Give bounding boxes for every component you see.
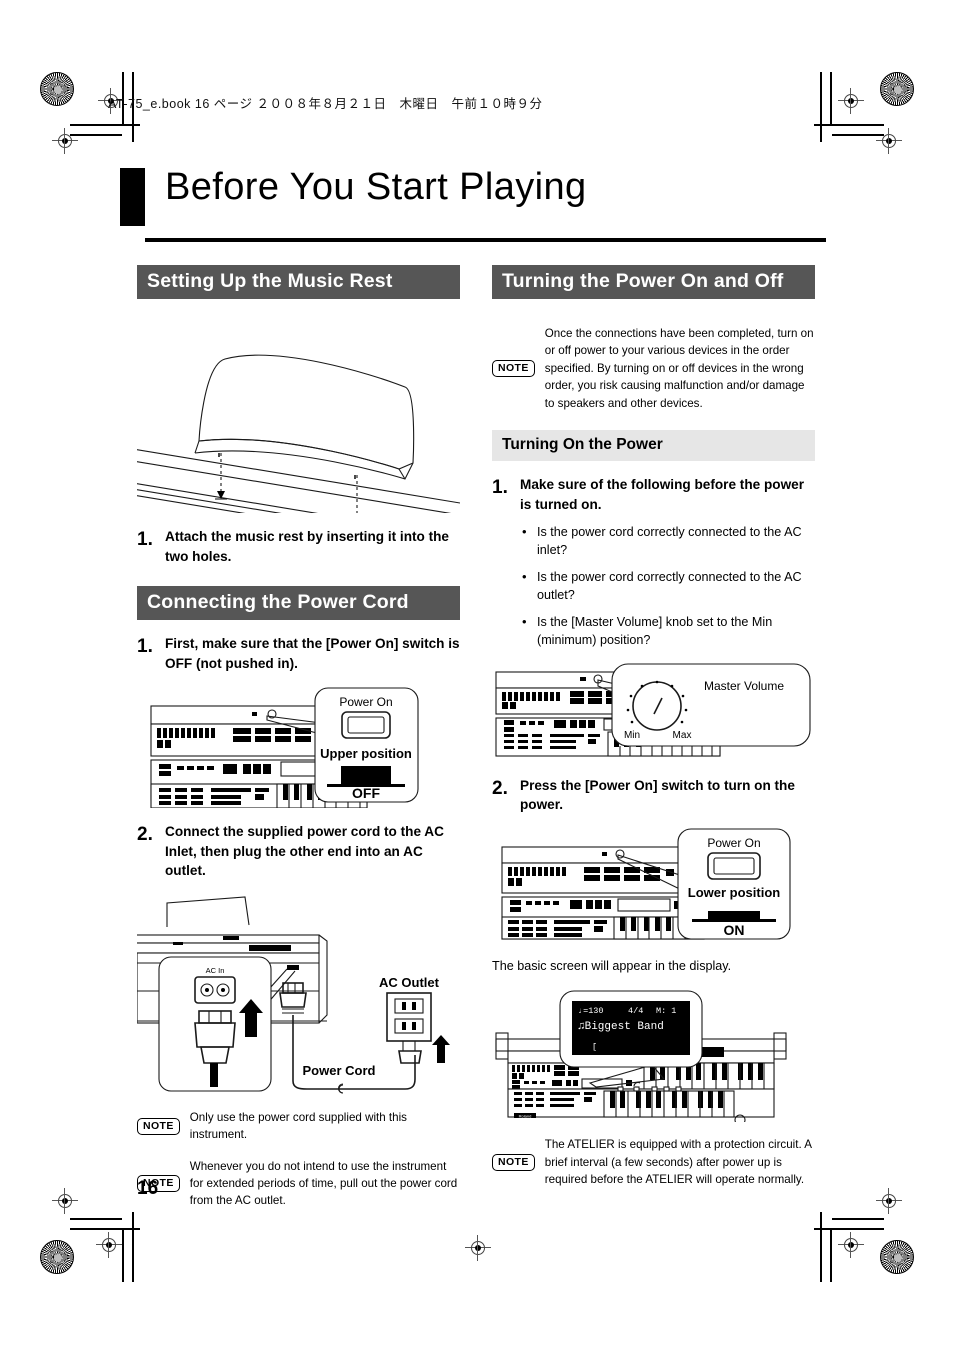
- step-number: 1.: [492, 476, 508, 498]
- note-badge: NOTE: [137, 1117, 180, 1135]
- power-switch-off-figure: Power On Upper position OFF: [137, 684, 460, 808]
- note-unplug-extended: NOTE Whenever you do not intend to use t…: [137, 1158, 460, 1210]
- note-connection-order: NOTE Once the connections have been comp…: [492, 325, 815, 412]
- page-number: 16: [137, 1178, 159, 1199]
- callout-position-on: Lower position: [688, 885, 781, 900]
- ac-outlet-label: AC Outlet: [379, 975, 440, 990]
- callout-title-off: Power On: [339, 695, 392, 709]
- volume-min-label: Min: [624, 730, 640, 741]
- lcd-tempo: ♩=130: [578, 1006, 604, 1016]
- trim-corner-top-right: [814, 72, 884, 142]
- callout-title-on: Power On: [707, 836, 760, 850]
- checklist-item: Is the power cord correctly connected to…: [520, 568, 815, 605]
- step-number: 2.: [137, 823, 153, 845]
- right-column: Turning the Power On and Off NOTE Once t…: [492, 265, 815, 1202]
- volume-max-label: Max: [673, 730, 692, 741]
- section-heading-power-cord: Connecting the Power Cord: [137, 586, 460, 621]
- power-cord-connection-figure: AC In Power Cord AC Outlet: [137, 895, 460, 1095]
- left-column: Setting Up the Music Rest 1. Attach the …: [137, 265, 460, 1224]
- step-turn-on-2: 2. Press the [Power On] switch to turn o…: [492, 776, 815, 815]
- step-power-cord-1: 1. First, make sure that the [Power On] …: [137, 634, 460, 673]
- step-turn-on-1: 1. Make sure of the following before the…: [492, 475, 815, 514]
- lcd-bar-indicator: [: [592, 1042, 597, 1052]
- registration-mark-bottom-left-b: [52, 1188, 78, 1214]
- checklist-item: Is the [Master Volume] knob set to the M…: [520, 613, 815, 650]
- lcd-style-name: ♫Biggest Band: [578, 1021, 664, 1033]
- callout-state-on: ON: [724, 922, 745, 938]
- lcd-measure: M: 1: [656, 1006, 676, 1016]
- power-cord-label: Power Cord: [303, 1063, 376, 1078]
- callout-state-off: OFF: [352, 785, 380, 801]
- trim-corner-bottom-left: [70, 1212, 140, 1282]
- master-volume-label: Master Volume: [704, 679, 784, 693]
- music-rest-illustration: [137, 313, 460, 513]
- step-text: Connect the supplied power cord to the A…: [165, 823, 444, 879]
- step-music-rest-1: 1. Attach the music rest by inserting it…: [137, 527, 460, 566]
- step-number: 1.: [137, 636, 153, 658]
- registration-rosette-bottom-right: [880, 1240, 914, 1274]
- brand-logo: Roland: [519, 1114, 532, 1119]
- pre-power-checklist: Is the power cord correctly connected to…: [520, 523, 815, 650]
- registration-rosette-top-right: [880, 72, 914, 106]
- step-power-cord-2: 2. Connect the supplied power cord to th…: [137, 822, 460, 881]
- title-accent-bar: [120, 168, 145, 226]
- note-badge: NOTE: [492, 1153, 535, 1171]
- subheading-turning-on-the-power: Turning On the Power: [492, 429, 815, 461]
- step-text: Press the [Power On] switch to turn on t…: [520, 777, 795, 813]
- title-rule: [145, 238, 826, 242]
- step-number: 1.: [137, 529, 153, 550]
- master-volume-figure: Min Max Master Volume: [492, 662, 815, 762]
- power-switch-on-figure: Power On Lower position ON: [492, 825, 815, 943]
- step-text: Make sure of the following before the po…: [520, 476, 804, 512]
- registration-mark-bottom-right-b: [876, 1188, 902, 1214]
- note-text: Once the connections have been completed…: [544, 327, 814, 410]
- page-title: Before You Start Playing: [165, 166, 587, 208]
- after-power-on-text: The basic screen will appear in the disp…: [492, 959, 732, 974]
- note-protection-circuit: NOTE The ATELIER is equipped with a prot…: [492, 1136, 815, 1188]
- file-stamp: AT-75_e.book 16 ページ ２００８年８月２１日 木曜日 午前１０時…: [108, 97, 543, 111]
- step-text: Attach the music rest by inserting it in…: [165, 529, 449, 564]
- trim-corner-bottom-right: [814, 1212, 884, 1282]
- registration-rosette-bottom-left: [40, 1240, 74, 1274]
- checklist-item: Is the power cord correctly connected to…: [520, 523, 815, 560]
- section-heading-music-rest: Setting Up the Music Rest: [137, 265, 460, 299]
- note-text: Whenever you do not intend to use the in…: [189, 1159, 458, 1208]
- note-text: The ATELIER is equipped with a protectio…: [544, 1138, 812, 1187]
- note-badge: NOTE: [492, 359, 535, 377]
- note-text: Only use the power cord supplied with th…: [189, 1110, 407, 1142]
- step-number: 2.: [492, 777, 508, 799]
- lcd-beat: 4/4: [628, 1006, 643, 1016]
- ac-in-label: AC In: [206, 966, 225, 975]
- note-power-cord-supplied: NOTE Only use the power cord supplied wi…: [137, 1109, 460, 1144]
- section-heading-power-on-off: Turning the Power On and Off: [492, 265, 815, 299]
- registration-mark-bottom-center: [465, 1235, 491, 1261]
- basic-screen-figure: Roland ♩=130 4/4 M: 1 ♫Biggest Band [: [492, 987, 815, 1123]
- step-text: First, make sure that the [Power On] swi…: [165, 636, 460, 672]
- callout-position-off: Upper position: [320, 746, 412, 761]
- registration-rosette-top-left: [40, 72, 74, 106]
